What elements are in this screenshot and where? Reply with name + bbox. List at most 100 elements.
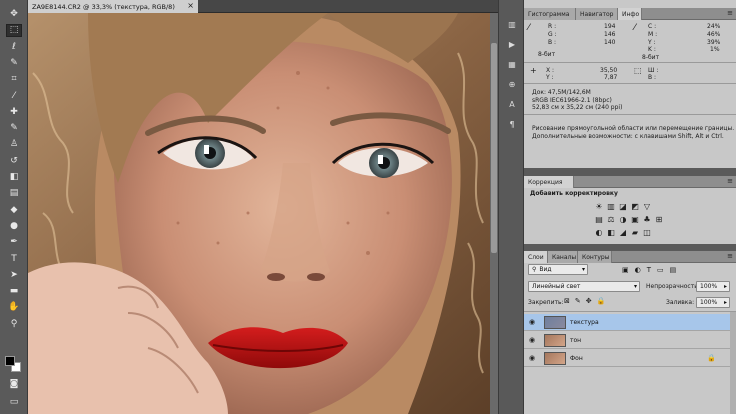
- clone-source-icon[interactable]: ⊕: [505, 78, 519, 90]
- foreground-color-swatch[interactable]: [5, 356, 15, 366]
- layers-scrollbar[interactable]: [730, 312, 736, 414]
- chevron-down-icon: ▾: [633, 283, 637, 290]
- canvas[interactable]: [28, 13, 490, 414]
- scrollbar-thumb[interactable]: [491, 43, 497, 253]
- layer-list-empty: [524, 367, 730, 414]
- adjustment-icon[interactable]: ◫: [642, 228, 652, 237]
- tab-info[interactable]: Инфо: [618, 8, 642, 20]
- type-icon[interactable]: T: [6, 253, 22, 266]
- tab-histogram[interactable]: Гистограмма: [524, 8, 576, 20]
- layer-row[interactable]: ◉ тон: [524, 332, 736, 349]
- gradient-icon[interactable]: ▤: [6, 187, 22, 200]
- layer-name[interactable]: текстура: [570, 319, 599, 326]
- eyedropper-icon[interactable]: ⁄: [6, 90, 22, 103]
- value-b: 140: [604, 39, 616, 46]
- play-icon[interactable]: ▶: [505, 38, 519, 50]
- adjustment-icon[interactable]: ◐: [594, 228, 604, 237]
- vertical-scrollbar[interactable]: [490, 13, 498, 414]
- panel-menu-icon[interactable]: ≡: [727, 177, 733, 185]
- brush-preset-icon[interactable]: ▦: [505, 58, 519, 70]
- character-icon[interactable]: A: [505, 98, 519, 110]
- quick-select-icon[interactable]: ✎: [6, 57, 22, 70]
- search-icon: ⚲: [532, 266, 537, 273]
- marquee-icon[interactable]: ⬚: [6, 24, 22, 38]
- lock-label: Закрепить:: [528, 299, 564, 306]
- history-brush-icon[interactable]: ↺: [6, 155, 22, 168]
- doc-dimensions-text: 52,83 см x 35,22 см (240 ppi): [532, 104, 623, 111]
- brush-icon[interactable]: ✎: [6, 122, 22, 135]
- panel-menu-icon[interactable]: ≡: [727, 9, 733, 17]
- layer-filter-select[interactable]: ⚲ Вид ▾: [528, 264, 588, 275]
- adjustment-icon[interactable]: ▽: [642, 202, 652, 211]
- cmyk-bit-depth: 8-бит: [642, 54, 660, 61]
- adjustment-icon[interactable]: ◑: [618, 215, 628, 224]
- adjustment-icon[interactable]: ▰: [630, 228, 640, 237]
- layer-row[interactable]: ◉ текстура: [524, 314, 736, 331]
- adjustment-icon[interactable]: ◧: [606, 228, 616, 237]
- panel-menu-icon[interactable]: ≡: [727, 252, 733, 260]
- layer-name[interactable]: тон: [570, 337, 581, 344]
- shape-icon[interactable]: ▬: [6, 285, 22, 298]
- fill-field[interactable]: 100% ▸: [696, 297, 730, 308]
- eraser-icon[interactable]: ◧: [6, 171, 22, 184]
- zoom-icon[interactable]: ⚲: [6, 318, 22, 331]
- value-x: 35,50: [600, 67, 618, 74]
- adjustment-icon[interactable]: ◢: [618, 228, 628, 237]
- tab-paths[interactable]: Контуры: [578, 251, 612, 263]
- value-k: 1%: [710, 46, 720, 53]
- panel-dock-strip: ▥ ▶ ▦ ⊕ A ¶: [498, 0, 524, 414]
- dodge-icon[interactable]: ●: [6, 220, 22, 233]
- layer-name[interactable]: Фон: [570, 355, 583, 362]
- tab-navigator[interactable]: Навигатор: [576, 8, 618, 20]
- adjustment-icon[interactable]: ◪: [618, 202, 628, 211]
- tools-panel: ✥ ⬚ ℓ ✎ ⌗ ⁄ ✚ ✎ ♙ ↺ ◧ ▤ ◆ ● ✒ T ➤ ▬ ✋ ⚲ ◙ ▭: [0, 0, 28, 414]
- close-icon[interactable]: ×: [187, 1, 194, 10]
- layer-thumbnail[interactable]: [544, 352, 566, 365]
- layer-thumbnail[interactable]: [544, 316, 566, 329]
- label-height: В :: [648, 74, 657, 81]
- adjustment-icon[interactable]: ▤: [594, 215, 604, 224]
- value-g: 146: [604, 31, 616, 38]
- tab-adjustments[interactable]: Коррекция: [524, 176, 574, 188]
- adjustment-icon[interactable]: ▣: [630, 215, 640, 224]
- tool-hint-line2: Дополнительные возможности: с клавишами …: [532, 133, 724, 140]
- value-c: 24%: [707, 23, 721, 30]
- document-tab[interactable]: ZA9E8144.CR2 @ 33,3% (текстура, RGB/8) ×: [28, 0, 198, 13]
- lock-options[interactable]: ⊠✎✥🔒: [564, 297, 610, 305]
- label-g: G :: [548, 31, 557, 38]
- move-icon[interactable]: ✥: [6, 8, 22, 21]
- visibility-eye-icon[interactable]: ◉: [529, 318, 535, 326]
- lasso-icon[interactable]: ℓ: [6, 41, 22, 54]
- opacity-field[interactable]: 100% ▸: [696, 281, 730, 292]
- label-c: C :: [648, 23, 657, 30]
- adjustment-icon[interactable]: ☀: [594, 202, 604, 211]
- document-tab-title: ZA9E8144.CR2 @ 33,3% (текстура, RGB/8): [32, 2, 175, 11]
- visibility-eye-icon[interactable]: ◉: [529, 354, 535, 362]
- adjustment-icon[interactable]: ⚖: [606, 215, 616, 224]
- histogram-icon[interactable]: ▥: [505, 18, 519, 30]
- adjustment-icon[interactable]: ♣: [642, 215, 652, 224]
- eyedropper-icon: ⁄: [528, 23, 530, 33]
- layer-row[interactable]: ◉ Фон 🔒: [524, 350, 736, 367]
- hand-icon[interactable]: ✋: [6, 301, 22, 314]
- path-select-icon[interactable]: ➤: [6, 269, 22, 282]
- tab-channels[interactable]: Каналы: [548, 251, 578, 263]
- blend-mode-select[interactable]: Линейный свет ▾: [528, 281, 640, 292]
- adjustment-icon[interactable]: ▥: [606, 202, 616, 211]
- document-area: ZA9E8144.CR2 @ 33,3% (текстура, RGB/8) ×: [28, 0, 498, 414]
- panels-column: Гистограмма Навигатор Инфо ≡ ⁄ R : G : B…: [524, 0, 736, 414]
- screen-mode-icon[interactable]: ▭: [6, 396, 22, 409]
- blur-icon[interactable]: ◆: [6, 204, 22, 217]
- quick-mask-icon[interactable]: ◙: [6, 378, 22, 391]
- crop-icon[interactable]: ⌗: [6, 73, 22, 86]
- healing-brush-icon[interactable]: ✚: [6, 106, 22, 119]
- layer-thumbnail[interactable]: [544, 334, 566, 347]
- adjustment-icon[interactable]: ⊞: [654, 215, 664, 224]
- layer-filter-icons[interactable]: ▣◐T▭▤: [622, 266, 682, 274]
- tab-layers[interactable]: Слои: [524, 251, 548, 263]
- adjustment-icon[interactable]: ◩: [630, 202, 640, 211]
- clone-stamp-icon[interactable]: ♙: [6, 138, 22, 151]
- visibility-eye-icon[interactable]: ◉: [529, 336, 535, 344]
- paragraph-icon[interactable]: ¶: [505, 118, 519, 130]
- pen-icon[interactable]: ✒: [6, 236, 22, 249]
